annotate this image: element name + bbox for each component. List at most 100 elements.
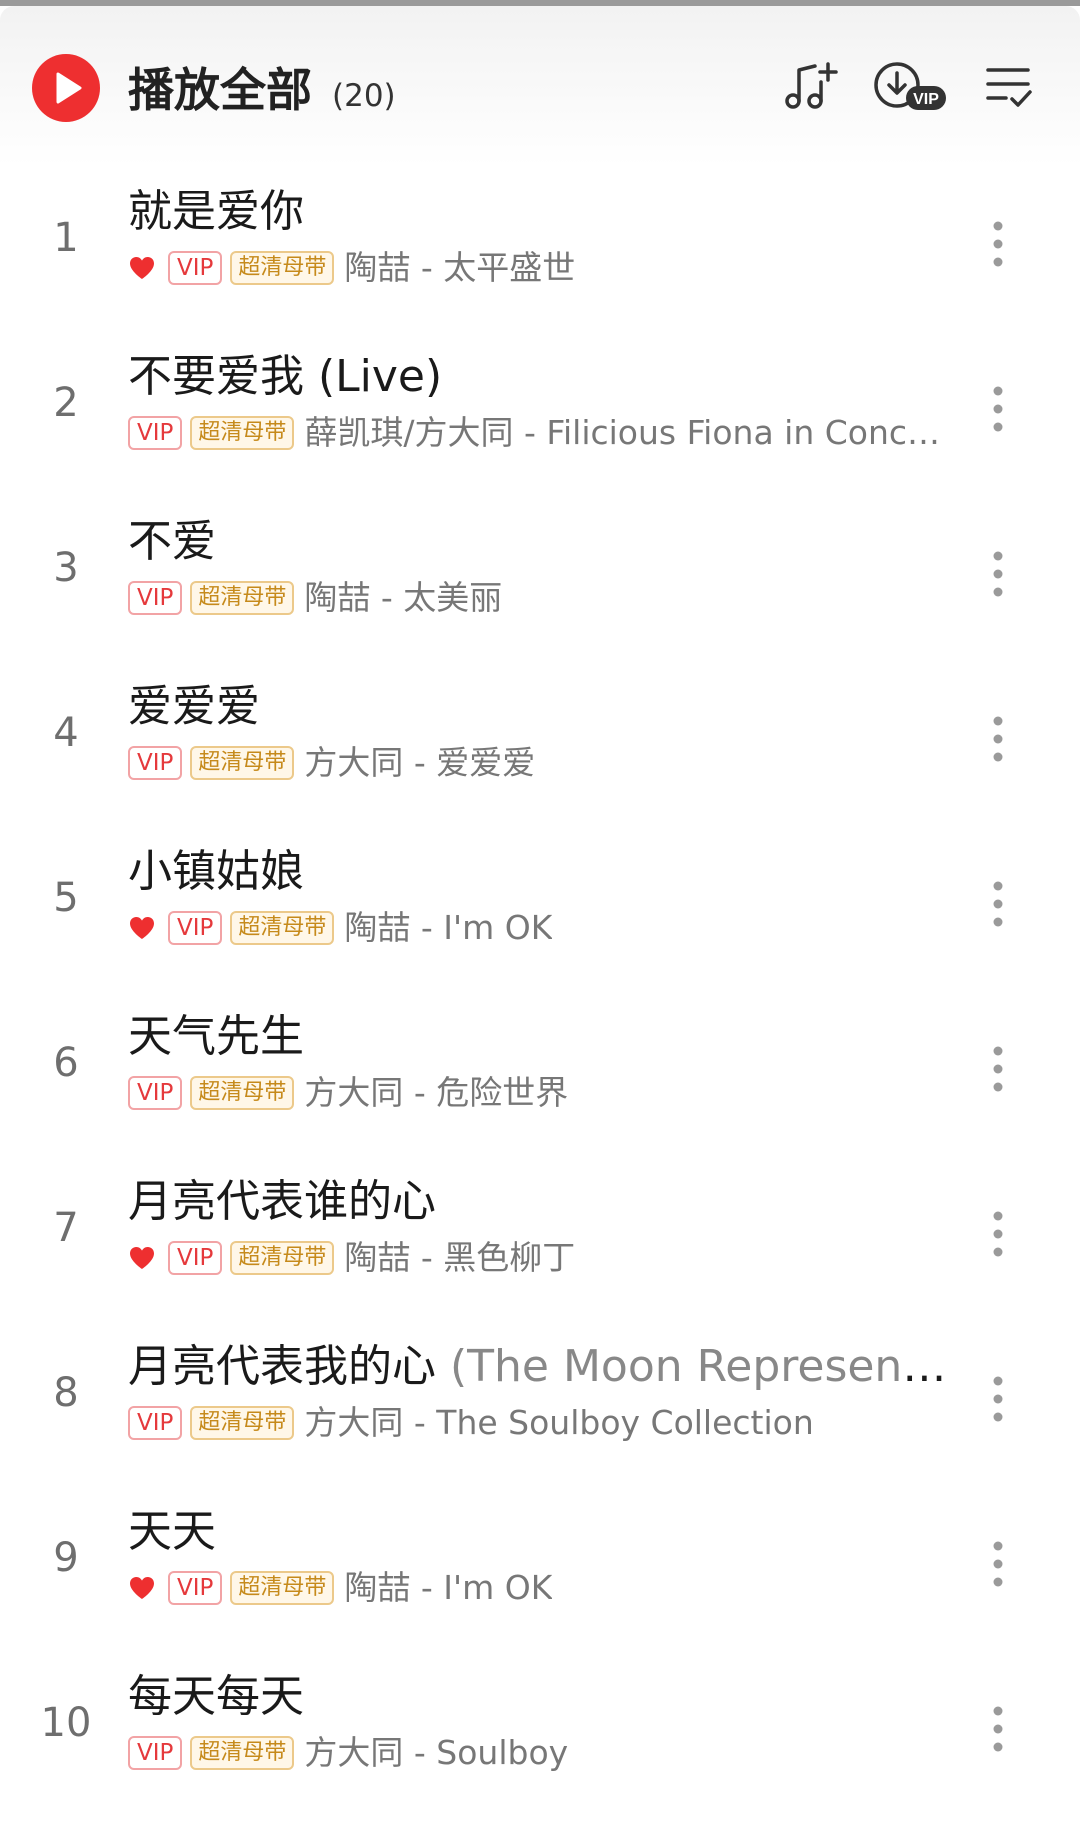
artist-album: 方大同 - Soulboy — [304, 1733, 569, 1772]
song-row[interactable]: 2 不要爱我 (Live) VIP 超清母带 薛凯琪/方大同 - Filicious F… — [0, 331, 1080, 496]
download-vip-button[interactable]: VIP — [872, 60, 948, 114]
song-row[interactable]: 10 每天每天 VIP 超清母带 方大同 - Soulboy — [0, 1651, 1080, 1816]
artist-album: 陶喆 - I'm OK — [344, 1568, 553, 1607]
more-options-button[interactable] — [988, 1041, 1008, 1097]
song-row[interactable]: 3 不爱 VIP 超清母带 陶喆 - 太美丽 — [0, 496, 1080, 661]
master-quality-badge: 超清母带 — [230, 251, 335, 285]
add-music-icon — [785, 62, 838, 109]
more-options-button[interactable] — [988, 711, 1008, 767]
master-quality-badge: 超清母带 — [190, 1736, 295, 1770]
more-options-button[interactable] — [988, 546, 1008, 602]
song-title-extra: (The Moon Represent... — [436, 1341, 960, 1392]
song-title: 天天 — [128, 1504, 960, 1560]
song-title: 爱爱爱 — [128, 679, 960, 735]
song-title: 就是爱你 — [128, 184, 960, 240]
song-title: 不要爱我 (Live) — [128, 349, 960, 405]
track-number: 5 — [53, 875, 79, 921]
song-row[interactable]: 4 爱爱爱 VIP 超清母带 方大同 - 爱爱爱 — [0, 661, 1080, 826]
artist-album: 陶喆 - 太平盛世 — [344, 248, 576, 287]
more-vertical-icon — [993, 1046, 1003, 1092]
song-title-text: 不要爱我 (Live) — [128, 351, 443, 402]
more-vertical-icon — [993, 1211, 1003, 1257]
track-number: 1 — [53, 215, 79, 261]
more-options-button[interactable] — [988, 1701, 1008, 1757]
master-quality-badge: 超清母带 — [190, 1406, 295, 1440]
vip-badge: VIP — [128, 1406, 183, 1440]
song-row[interactable]: 9 天天 VIP 超清母带 陶喆 - I'm OK — [0, 1486, 1080, 1651]
song-title-text: 月亮代表我的心 — [128, 1341, 436, 1392]
song-row[interactable]: 1 就是爱你 VIP 超清母带 陶喆 - 太平盛世 — [0, 166, 1080, 331]
track-number: 3 — [53, 545, 79, 591]
more-vertical-icon — [993, 1706, 1003, 1752]
song-count: (20) — [332, 78, 396, 114]
more-options-button[interactable] — [988, 1206, 1008, 1262]
vip-badge: VIP — [128, 746, 183, 780]
play-all-label[interactable]: 播放全部 — [128, 62, 312, 118]
master-quality-badge: 超清母带 — [230, 1241, 335, 1275]
vip-badge: VIP — [128, 1076, 183, 1110]
song-title-text: 每天每天 — [128, 1671, 304, 1722]
more-vertical-icon — [993, 551, 1003, 597]
song-title-text: 不爱 — [128, 516, 216, 567]
track-number: 10 — [40, 1700, 92, 1746]
song-row[interactable]: 6 天气先生 VIP 超清母带 方大同 - 危险世界 — [0, 991, 1080, 1156]
song-title: 不爱 — [128, 514, 960, 570]
song-title: 天气先生 — [128, 1009, 960, 1065]
vip-badge: VIP — [128, 1736, 183, 1770]
song-meta: VIP 超清母带 方大同 - 危险世界 — [128, 1073, 958, 1113]
artist-album: 陶喆 - 黑色柳丁 — [344, 1238, 576, 1277]
song-title: 月亮代表我的心 (The Moon Represent... — [128, 1339, 960, 1395]
liked-heart-icon — [130, 257, 154, 279]
more-options-button[interactable] — [988, 1536, 1008, 1592]
song-meta: VIP 超清母带 方大同 - The Soulboy Collection — [128, 1403, 958, 1443]
song-title-text: 爱爱爱 — [128, 681, 260, 732]
vip-badge: VIP — [128, 581, 183, 615]
song-meta: VIP 超清母带 方大同 - Soulboy — [128, 1733, 958, 1773]
song-title: 小镇姑娘 — [128, 844, 960, 900]
song-title-text: 天气先生 — [128, 1011, 304, 1062]
add-music-button[interactable] — [784, 60, 838, 114]
master-quality-badge: 超清母带 — [190, 746, 295, 780]
more-vertical-icon — [993, 386, 1003, 432]
song-meta: VIP 超清母带 陶喆 - 太平盛世 — [128, 248, 958, 288]
vip-badge: VIP — [168, 1571, 223, 1605]
more-vertical-icon — [993, 1376, 1003, 1422]
more-vertical-icon — [993, 1541, 1003, 1587]
more-vertical-icon — [993, 221, 1003, 267]
play-icon — [56, 72, 82, 104]
song-title-text: 小镇姑娘 — [128, 846, 304, 897]
more-vertical-icon — [993, 716, 1003, 762]
track-number: 2 — [53, 380, 79, 426]
play-all-button[interactable] — [32, 54, 100, 122]
more-options-button[interactable] — [988, 1371, 1008, 1427]
more-options-button[interactable] — [988, 381, 1008, 437]
song-meta: VIP 超清母带 方大同 - 爱爱爱 — [128, 743, 958, 783]
artist-album: 陶喆 - I'm OK — [344, 908, 553, 947]
multi-select-button[interactable] — [984, 60, 1034, 114]
more-options-button[interactable] — [988, 876, 1008, 932]
song-row[interactable]: 7 月亮代表谁的心 VIP 超清母带 陶喆 - 黑色柳丁 — [0, 1156, 1080, 1321]
artist-album: 方大同 - The Soulboy Collection — [304, 1403, 814, 1442]
master-quality-badge: 超清母带 — [230, 1571, 335, 1605]
download-vip-icon: VIP — [874, 62, 946, 110]
vip-badge: VIP — [168, 911, 223, 945]
track-number: 9 — [53, 1535, 79, 1581]
playlist-page: 播放全部 (20) VIP 1 就是爱你 VIP 超清母带 陶喆 - 太平盛世 … — [0, 0, 1080, 1836]
song-meta: VIP 超清母带 薛凯琪/方大同 - Filicious Fiona in Conc… — [128, 413, 958, 453]
song-row[interactable]: 8 月亮代表我的心 (The Moon Represent... VIP 超清母带 方大… — [0, 1321, 1080, 1486]
artist-album: 薛凯琪/方大同 - Filicious Fiona in Concer... — [304, 413, 958, 452]
liked-heart-icon — [130, 917, 154, 939]
track-number: 8 — [53, 1370, 79, 1416]
more-vertical-icon — [993, 881, 1003, 927]
master-quality-badge: 超清母带 — [230, 911, 335, 945]
song-row[interactable]: 5 小镇姑娘 VIP 超清母带 陶喆 - I'm OK — [0, 826, 1080, 991]
song-title-text: 月亮代表谁的心 — [128, 1176, 436, 1227]
artist-album: 陶喆 - 太美丽 — [304, 578, 503, 617]
more-options-button[interactable] — [988, 216, 1008, 272]
song-meta: VIP 超清母带 陶喆 - I'm OK — [128, 1568, 958, 1608]
master-quality-badge: 超清母带 — [190, 1076, 295, 1110]
song-meta: VIP 超清母带 陶喆 - 黑色柳丁 — [128, 1238, 958, 1278]
liked-heart-icon — [130, 1247, 154, 1269]
vip-badge: VIP — [168, 1241, 223, 1275]
track-number: 7 — [53, 1205, 79, 1251]
